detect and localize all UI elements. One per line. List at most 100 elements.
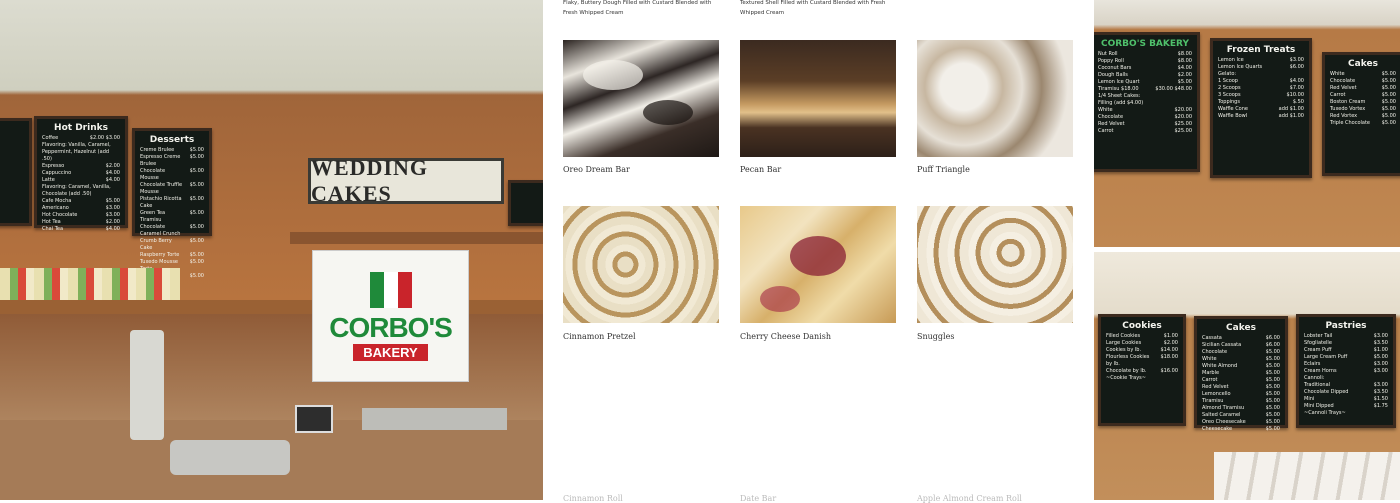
menu-line: White $5.00 <box>1202 356 1280 363</box>
menu-item-name: Boston Cream <box>1330 99 1366 105</box>
menu-line: Cannoli: <box>1304 375 1388 382</box>
menu-line: Dough Balls $2.00 <box>1098 72 1192 79</box>
menu-item-price: add $1.00 <box>1278 106 1304 112</box>
menu-item-price: $5.00 <box>189 168 204 174</box>
menu-item-name: 1/4 Sheet Cakes: <box>1098 93 1141 99</box>
menu-item-name: Large Cookies <box>1106 340 1142 346</box>
tea-boxes <box>0 268 180 300</box>
menu-item-name: Flourless Cookies by lb. <box>1106 354 1150 367</box>
menu-line: Raspberry Torte $5.00 <box>140 252 204 259</box>
menu-item-price: $1.00 <box>1373 347 1388 353</box>
puff-triangle-photo[interactable] <box>917 40 1073 157</box>
menu-line: Chocolate Caramel Crunch $5.00 <box>140 224 204 238</box>
menu-line: Oreo Cheesecake $5.00 <box>1202 419 1280 426</box>
menu-item-price: $18.00 <box>1160 354 1179 360</box>
menu-item-name: ~Cannoli Trays~ <box>1304 410 1346 416</box>
menu-item-name: Sicilian Cassata <box>1202 342 1242 348</box>
corbos-bakery-sign: CORBO'S BAKERY <box>312 250 469 382</box>
item-label-oreo-dream-bar[interactable]: Oreo Dream Bar <box>563 165 630 174</box>
board-lines: Creme Brulee $5.00 Espresso Creme Brulee $5… <box>140 147 204 280</box>
item-label-puff-triangle[interactable]: Puff Triangle <box>917 165 970 174</box>
board-title: Cakes <box>1226 323 1256 333</box>
menu-line: Chocolate $5.00 <box>1330 78 1396 85</box>
desserts-board: Desserts Creme Brulee $5.00 Espresso Creme… <box>132 128 212 279</box>
cinnamon-pretzel-photo[interactable] <box>563 206 719 323</box>
menu-item-name: 2 Scoops <box>1218 85 1241 91</box>
menu-item-price: $8.00 <box>1177 51 1192 57</box>
menu-line: Americano $3.00 <box>42 205 120 212</box>
menu-item-name: Carrot <box>1330 92 1346 98</box>
menu-item-name: Eclairs <box>1304 361 1321 367</box>
menu-item-price: $30.00 $48.00 <box>1155 86 1192 92</box>
menu-item-price: $5.00 <box>189 224 204 230</box>
menu-item-name: Triple Chocolate <box>1330 120 1371 126</box>
menu-item-price: add $1.00 <box>1278 113 1304 119</box>
menu-item-name: Red Velvet <box>1098 121 1125 127</box>
menu-item-name: Chocolate <box>1330 78 1356 84</box>
menu-item-name: Cookies by lb. <box>1106 347 1142 353</box>
cherry-cheese-danish-photo[interactable] <box>740 206 896 323</box>
menu-line: Tiramisu $18.00 $30.00 $48.00 <box>1098 86 1192 93</box>
menu-line: Poppy Roll $8.00 <box>1098 58 1192 65</box>
menu-line: ~Cookie Trays~ <box>1106 375 1178 382</box>
board-lines: White $5.00 Chocolate $5.00 Red Velvet $5.00 C… <box>1330 71 1396 127</box>
menu-item-price: $5.00 <box>189 273 204 279</box>
menu-item-name: Poppy Roll <box>1098 58 1124 64</box>
menu-item-name: Tiramisu <box>1202 398 1224 404</box>
menu-item-name: Coconut Bars <box>1098 65 1132 71</box>
menu-item-name: Mini <box>1304 396 1315 402</box>
menu-item-name: Oreo Cheesecake <box>1202 419 1246 425</box>
menu-item-name: Chocolate by lb. <box>1106 368 1147 374</box>
menu-item-name: Chocolate <box>1202 349 1228 355</box>
menu-item-name: Traditional <box>1304 382 1331 388</box>
snuggles-photo[interactable] <box>917 206 1073 323</box>
item-label-cut-off[interactable]: Apple Almond Cream Roll <box>917 494 1022 503</box>
menu-item-name: Cheesecake <box>1202 426 1233 432</box>
menu-item-price: $2.00 $3.00 <box>89 135 120 141</box>
menu-line: Sfogliatelle $3.50 <box>1304 340 1388 347</box>
board-title: Cookies <box>1122 321 1162 331</box>
menu-line: Large Cookies $2.00 <box>1106 340 1178 347</box>
menu-item-price: $4.00 <box>105 226 120 232</box>
menu-item-price: $5.00 <box>1381 99 1396 105</box>
item-label-cherry-cheese-danish[interactable]: Cherry Cheese Danish <box>740 332 831 341</box>
menu-line: Lobster Tail $3.00 <box>1304 333 1388 340</box>
item-label-cut-off[interactable]: Date Bar <box>740 494 776 503</box>
menu-item-name: Lemon Ice Quart <box>1098 79 1140 85</box>
menu-item-price: $5.00 <box>1265 391 1280 397</box>
board-lines: Cassata $6.00 Sicilian Cassata $6.00 Chocola… <box>1202 335 1280 433</box>
menu-item-name: White <box>1330 71 1345 77</box>
frozen-treats-board: Frozen Treats Lemon Ice $3.00 Lemon Ice Qu… <box>1210 38 1312 178</box>
menu-line: Creme Brulee $5.00 <box>140 147 204 154</box>
menu-item-price: $5.00 <box>1265 363 1280 369</box>
menu-item-name: Mini Dipped <box>1304 403 1334 409</box>
menu-item-price: $3.00 <box>1373 333 1388 339</box>
menu-item-name: 3 Scoops <box>1218 92 1241 98</box>
menu-item-name: Espresso Creme Brulee <box>140 154 181 167</box>
menu-item-name: Raspberry Torte <box>140 252 180 258</box>
menu-line: Red Velvet $5.00 <box>1202 384 1280 391</box>
menu-item-price: $4.00 <box>105 170 120 176</box>
menu-line: Almond Tiramisu $5.00 <box>1202 405 1280 412</box>
sink <box>170 440 290 475</box>
menu-item-name: Lemon Ice <box>1218 57 1244 63</box>
oreo-dream-bar-photo[interactable] <box>563 40 719 157</box>
item-label-snuggles[interactable]: Snuggles <box>917 332 954 341</box>
pecan-bar-photo[interactable] <box>740 40 896 157</box>
board-title: Pastries <box>1325 321 1367 331</box>
menu-line: Chocolate Dipped $3.50 <box>1304 389 1388 396</box>
menu-item-price: $2.00 <box>105 163 120 169</box>
menu-item-name: Cafe Mocha <box>42 198 72 204</box>
menu-item-price: $5.00 <box>1381 92 1396 98</box>
item-label-cinnamon-pretzel[interactable]: Cinnamon Pretzel <box>563 332 636 341</box>
menu-item-price: $5.00 <box>1381 120 1396 126</box>
menu-item-price: $3.00 <box>1373 368 1388 374</box>
item-label-cut-off[interactable]: Cinnamon Roll <box>563 494 623 503</box>
item-label-pecan-bar[interactable]: Pecan Bar <box>740 165 781 174</box>
menu-item-name: Marble <box>1202 370 1220 376</box>
menu-line: Cheesecake $5.00 <box>1202 426 1280 433</box>
menu-item-name: Crumb Berry Cake <box>140 238 172 251</box>
menu-item-price: $16.00 <box>1160 368 1179 374</box>
menu-item-name: Hot Tea <box>42 219 61 225</box>
menu-item-name: Red Velvet <box>1330 85 1357 91</box>
